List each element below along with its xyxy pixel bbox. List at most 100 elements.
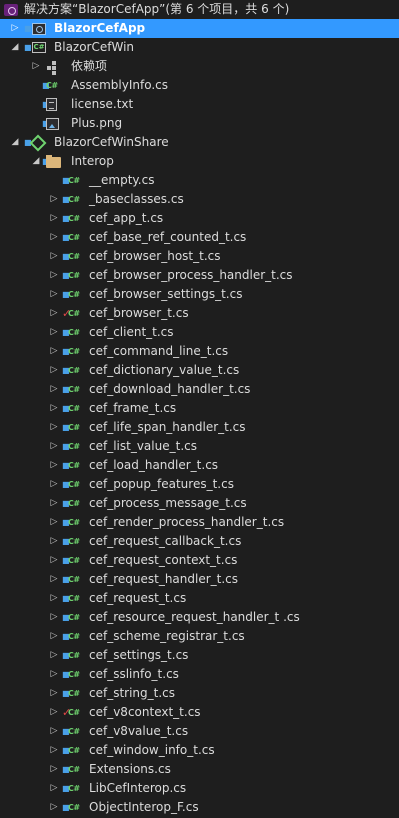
expand-arrow-icon[interactable]: ◢ [10, 133, 20, 152]
tree-row[interactable]: ▷ ■ C# cef_app_t.cs [0, 209, 399, 228]
collapse-arrow-icon[interactable]: ▷ [49, 304, 59, 323]
collapse-arrow-icon[interactable]: ▷ [49, 247, 59, 266]
tree-item-label: cef_request_callback_t.cs [89, 534, 242, 548]
tree-item-label: cef_base_ref_counted_t.cs [89, 230, 247, 244]
collapse-arrow-icon[interactable]: ▷ [49, 513, 59, 532]
tree-item-label: BlazorCefApp [54, 21, 146, 35]
collapse-arrow-icon[interactable]: ▷ [49, 722, 59, 741]
collapse-arrow-icon[interactable]: ▷ [49, 323, 59, 342]
tree-row[interactable]: ▷ ■ C# cef_list_value_t.cs [0, 437, 399, 456]
tree-row[interactable]: ▷ ■ C# cef_dictionary_value_t.cs [0, 361, 399, 380]
tree-row[interactable]: ▷ ■ C# cef_client_t.cs [0, 323, 399, 342]
tree-row[interactable]: ▷ ■ C# cef_request_t.cs [0, 589, 399, 608]
collapse-arrow-icon[interactable]: ▷ [49, 266, 59, 285]
csharp-file-icon: C# [68, 575, 80, 584]
collapse-arrow-icon[interactable]: ▷ [49, 285, 59, 304]
tree-row[interactable]: ▷ ✓ C# cef_v8context_t.cs [0, 703, 399, 722]
tree-row[interactable]: ▷ ■ C# cef_popup_features_t.cs [0, 475, 399, 494]
tree-row[interactable]: 解决方案“BlazorCefApp”(第 6 个项目，共 6 个) [0, 0, 399, 19]
tree-row[interactable]: ▷ ■ C# cef_scheme_registrar_t.cs [0, 627, 399, 646]
collapse-arrow-icon[interactable]: ▷ [49, 570, 59, 589]
collapse-arrow-icon[interactable]: ▷ [49, 627, 59, 646]
tree-row[interactable]: ■license.txt [0, 95, 399, 114]
tree-row[interactable]: ▷ ■ C# cef_load_handler_t.cs [0, 456, 399, 475]
tree-row[interactable]: ◢ ■ BlazorCefWinShare [0, 133, 399, 152]
expand-arrow-icon[interactable]: ◢ [10, 38, 20, 57]
tree-row[interactable]: ▷ ■ C# cef_download_handler_t.cs [0, 380, 399, 399]
collapse-arrow-icon[interactable]: ▷ [49, 684, 59, 703]
tree-row[interactable]: ▷ ■ C# cef_life_span_handler_t.cs [0, 418, 399, 437]
tree-row[interactable]: ■ C# __empty.cs [0, 171, 399, 190]
collapse-arrow-icon[interactable]: ▷ [49, 437, 59, 456]
tree-item-label: Plus.png [71, 116, 123, 130]
tree-row[interactable]: ▷ ■ C# cef_resource_request_handler_t .cs [0, 608, 399, 627]
tree-item-label: cef_life_span_handler_t.cs [89, 420, 246, 434]
tree-item-label: 依赖项 [71, 59, 108, 73]
collapse-arrow-icon[interactable]: ▷ [31, 57, 41, 76]
tree-row[interactable]: ▷ ■ BlazorCefApp [0, 19, 399, 38]
tree-row[interactable]: ▷ ■ C# LibCefInterop.cs [0, 779, 399, 798]
csharp-file-icon: C# [68, 499, 80, 508]
tree-row[interactable]: ◢ ■ C# BlazorCefWin [0, 38, 399, 57]
collapse-arrow-icon[interactable]: ▷ [49, 532, 59, 551]
tree-item-label: cef_request_handler_t.cs [89, 572, 239, 586]
tree-row[interactable]: ▷ ■ C# cef_sslinfo_t.cs [0, 665, 399, 684]
csharp-file-icon: C# [68, 594, 80, 603]
collapse-arrow-icon[interactable]: ▷ [49, 380, 59, 399]
collapse-arrow-icon[interactable]: ▷ [49, 475, 59, 494]
tree-item-label: BlazorCefWin [54, 40, 135, 54]
tree-row[interactable]: ▷ ■ C# cef_browser_settings_t.cs [0, 285, 399, 304]
tree-row[interactable]: ▷ ■ C# Extensions.cs [0, 760, 399, 779]
csharp-file-icon: C# [68, 689, 80, 698]
collapse-arrow-icon[interactable]: ▷ [49, 342, 59, 361]
collapse-arrow-icon[interactable]: ▷ [10, 19, 20, 38]
csharp-file-icon: C# [68, 670, 80, 679]
tree-row[interactable]: ▷ ■ C# cef_base_ref_counted_t.cs [0, 228, 399, 247]
collapse-arrow-icon[interactable]: ▷ [49, 209, 59, 228]
tree-row[interactable]: ▷ ■ C# cef_browser_host_t.cs [0, 247, 399, 266]
expand-arrow-icon[interactable]: ◢ [31, 152, 41, 171]
collapse-arrow-icon[interactable]: ▷ [49, 190, 59, 209]
collapse-arrow-icon[interactable]: ▷ [49, 589, 59, 608]
tree-row[interactable]: ▷ ■ C# cef_window_info_t.cs [0, 741, 399, 760]
collapse-arrow-icon[interactable]: ▷ [49, 399, 59, 418]
tree-row[interactable]: ▷ ■ C# _baseclasses.cs [0, 190, 399, 209]
collapse-arrow-icon[interactable]: ▷ [49, 228, 59, 247]
collapse-arrow-icon[interactable]: ▷ [49, 608, 59, 627]
tree-row[interactable]: ▷ ■ C# cef_browser_process_handler_t.cs [0, 266, 399, 285]
tree-row[interactable]: ▷ 依赖项 [0, 57, 399, 76]
collapse-arrow-icon[interactable]: ▷ [49, 456, 59, 475]
tree-row[interactable]: ▷ ■ C# cef_request_callback_t.cs [0, 532, 399, 551]
collapse-arrow-icon[interactable]: ▷ [49, 760, 59, 779]
collapse-arrow-icon[interactable]: ▷ [49, 741, 59, 760]
collapse-arrow-icon[interactable]: ▷ [49, 494, 59, 513]
collapse-arrow-icon[interactable]: ▷ [49, 418, 59, 437]
tree-row[interactable]: ■ C# AssemblyInfo.cs [0, 76, 399, 95]
tree-row[interactable]: ▷ ■ C# ObjectInterop_F.cs [0, 798, 399, 817]
collapse-arrow-icon[interactable]: ▷ [49, 665, 59, 684]
tree-row[interactable]: ▷ ■ C# cef_request_context_t.cs [0, 551, 399, 570]
tree-row[interactable]: ◢■Interop [0, 152, 399, 171]
tree-row[interactable]: ▷ ■ C# cef_command_line_t.cs [0, 342, 399, 361]
tree-row[interactable]: ▷ ■ C# cef_process_message_t.cs [0, 494, 399, 513]
tree-row[interactable]: ■Plus.png [0, 114, 399, 133]
csharp-file-icon: C# [68, 784, 80, 793]
tree-row[interactable]: ▷ ■ C# cef_frame_t.cs [0, 399, 399, 418]
tree-row[interactable]: ▷ ✓ C# cef_browser_t.cs [0, 304, 399, 323]
tree-row[interactable]: ▷ ■ C# cef_v8value_t.cs [0, 722, 399, 741]
tree-item-label: cef_dictionary_value_t.cs [89, 363, 240, 377]
tree-item-label: AssemblyInfo.cs [71, 78, 169, 92]
csharp-file-icon: C# [68, 176, 80, 185]
tree-item-label: license.txt [71, 97, 134, 111]
tree-row[interactable]: ▷ ■ C# cef_string_t.cs [0, 684, 399, 703]
tree-row[interactable]: ▷ ■ C# cef_request_handler_t.cs [0, 570, 399, 589]
csharp-file-icon: C# [68, 651, 80, 660]
collapse-arrow-icon[interactable]: ▷ [49, 551, 59, 570]
collapse-arrow-icon[interactable]: ▷ [49, 646, 59, 665]
collapse-arrow-icon[interactable]: ▷ [49, 703, 59, 722]
tree-row[interactable]: ▷ ■ C# cef_settings_t.cs [0, 646, 399, 665]
collapse-arrow-icon[interactable]: ▷ [49, 361, 59, 380]
collapse-arrow-icon[interactable]: ▷ [49, 779, 59, 798]
collapse-arrow-icon[interactable]: ▷ [49, 798, 59, 817]
tree-row[interactable]: ▷ ■ C# cef_render_process_handler_t.cs [0, 513, 399, 532]
